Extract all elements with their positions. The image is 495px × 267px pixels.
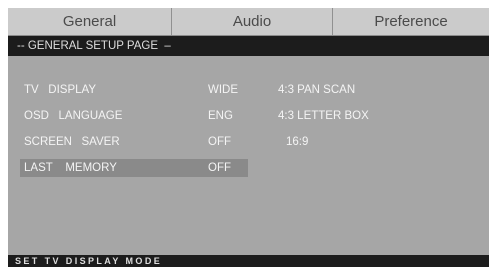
tab-general[interactable]: General: [8, 8, 172, 35]
setting-label: SCREEN SAVER: [24, 136, 120, 148]
tab-audio[interactable]: Audio: [172, 8, 333, 35]
option-pan-scan[interactable]: 4:3 PAN SCAN: [278, 81, 355, 99]
settings-panel: TV DISPLAY WIDE OSD LANGUAGE ENG SCREEN …: [8, 57, 489, 255]
page-title: -- GENERAL SETUP PAGE –: [8, 36, 489, 56]
setting-value: ENG: [208, 110, 233, 122]
option-letter-box[interactable]: 4:3 LETTER BOX: [278, 107, 369, 125]
setting-label: TV DISPLAY: [24, 84, 97, 96]
option-16-9[interactable]: 16:9: [286, 133, 308, 151]
setting-value: OFF: [208, 162, 231, 174]
dvd-setup-screen: General Audio Preference -- GENERAL SETU…: [8, 8, 489, 267]
setting-label: OSD LANGUAGE: [24, 110, 123, 122]
setting-value: WIDE: [208, 84, 239, 96]
tab-preference[interactable]: Preference: [333, 8, 489, 35]
setting-row-last-memory[interactable]: LAST MEMORY OFF: [20, 159, 248, 177]
setting-label: LAST MEMORY: [24, 162, 117, 174]
status-bar: SET TV DISPLAY MODE: [8, 255, 489, 267]
tab-bar: General Audio Preference: [8, 8, 489, 36]
setting-value: OFF: [208, 136, 231, 148]
